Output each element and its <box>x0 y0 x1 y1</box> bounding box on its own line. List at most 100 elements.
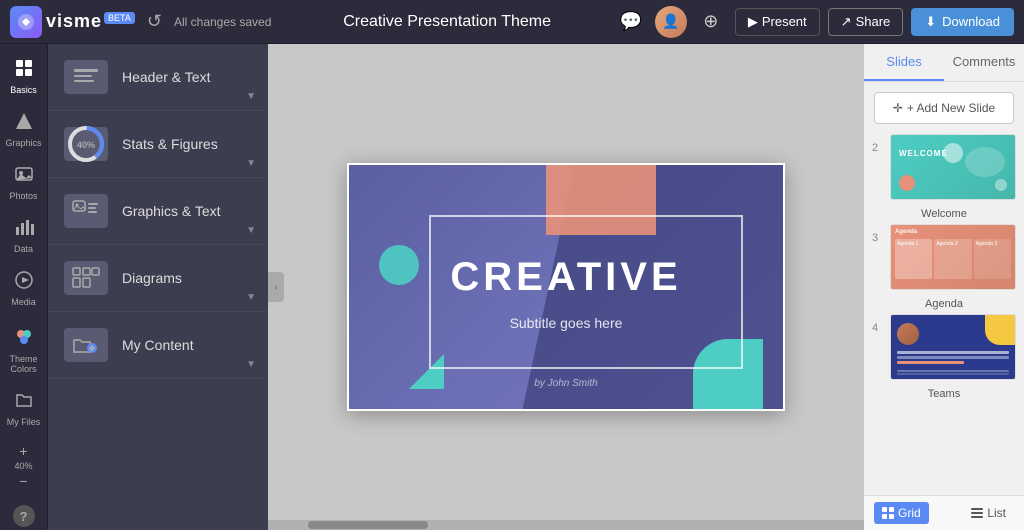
present-label: Present <box>762 14 807 29</box>
help-button[interactable]: ? <box>2 499 46 530</box>
tab-slides[interactable]: Slides <box>864 44 944 81</box>
slide-thumbnail-teams[interactable] <box>890 314 1016 380</box>
zoom-control[interactable]: + 40% − <box>2 437 46 495</box>
tab-comments[interactable]: Comments <box>944 44 1024 81</box>
my-content-chevron: ▼ <box>246 359 256 370</box>
sidebar-item-theme-colors[interactable]: Theme Colors <box>2 321 46 380</box>
panel-item-diagrams[interactable]: Diagrams ▼ <box>48 245 268 312</box>
diagrams-label: Diagrams <box>122 270 182 286</box>
present-icon: ▶ <box>748 14 758 30</box>
welcome-text: WELCOME <box>899 149 948 158</box>
sidebar-item-media[interactable]: Media <box>2 264 46 313</box>
stats-figures-icon: 40% <box>64 127 108 161</box>
welcome-dot2 <box>995 179 1007 191</box>
slide-label-agenda: Agenda <box>872 298 1016 310</box>
welcome-ellipse <box>965 147 1005 177</box>
list-item: 3 Agenda Agenda 1 Agenda 2 Agenda 3 Agen… <box>872 224 1016 310</box>
slide-thumbnail-welcome[interactable]: WELCOME <box>890 134 1016 200</box>
slide-label-teams: Teams <box>872 388 1016 400</box>
add-collaborator-button[interactable]: ⊕ <box>695 6 727 38</box>
teams-avatar <box>897 323 919 345</box>
list-item: 4 <box>872 314 1016 400</box>
slide-nav-arrow[interactable]: › <box>268 272 284 302</box>
list-label: List <box>987 506 1006 520</box>
welcome-dot <box>899 175 915 191</box>
teams-avatar-bg <box>897 323 919 345</box>
list-view-button[interactable]: List <box>963 502 1014 524</box>
right-panel: Slides Comments ✛ + Add New Slide 2 WELC… <box>864 44 1024 530</box>
photos-label: Photos <box>9 191 37 201</box>
left-sidebar: Basics Graphics Photos Data Media <box>0 44 48 530</box>
basics-icon <box>14 58 34 83</box>
sidebar-item-data[interactable]: Data <box>2 211 46 260</box>
slide-number-4: 4 <box>872 322 884 334</box>
welcome-thumb-bg: WELCOME <box>891 135 1015 199</box>
scrollbar-thumb[interactable] <box>308 521 428 529</box>
header-text-icon <box>64 60 108 94</box>
media-label: Media <box>11 297 36 307</box>
slides-list: 2 WELCOME Welcome 3 <box>864 134 1024 495</box>
theme-colors-icon <box>14 327 34 352</box>
graphics-text-chevron: ▼ <box>246 225 256 236</box>
photos-icon <box>14 164 34 189</box>
topbar-actions: 💬 👤 ⊕ ▶ Present ↗ Share ⬇ Download <box>615 6 1014 38</box>
teams-line2 <box>897 356 1009 359</box>
panel-item-stats-figures[interactable]: 40% Stats & Figures ▼ <box>48 111 268 178</box>
sidebar-item-photos[interactable]: Photos <box>2 158 46 207</box>
grid-label: Grid <box>898 506 921 520</box>
list-item: 2 WELCOME Welcome <box>872 134 1016 220</box>
agenda-thumb-bg: Agenda Agenda 1 Agenda 2 Agenda 3 <box>891 225 1015 289</box>
teams-bottom-lines <box>897 370 1009 375</box>
topbar: visme BETA ↺ All changes saved Creative … <box>0 0 1024 44</box>
share-icon: ↗ <box>841 14 852 30</box>
minus-icon: − <box>19 473 27 489</box>
sidebar-item-basics[interactable]: Basics <box>2 52 46 101</box>
add-icon: + <box>19 443 27 459</box>
right-panel-tabs: Slides Comments <box>864 44 1024 82</box>
diagrams-chevron: ▼ <box>246 292 256 303</box>
panel-item-my-content[interactable]: + My Content ▼ <box>48 312 268 379</box>
content-panel: Header & Text ▼ 40% Stats & Figures ▼ Gr… <box>48 44 268 530</box>
panel-item-header-text[interactable]: Header & Text ▼ <box>48 44 268 111</box>
save-status: All changes saved <box>174 15 271 29</box>
logo-text: visme <box>46 11 102 32</box>
theme-colors-label: Theme Colors <box>6 354 42 374</box>
panel-item-graphics-text[interactable]: Graphics & Text ▼ <box>48 178 268 245</box>
teams-line1 <box>897 351 1009 354</box>
sidebar-item-graphics[interactable]: Graphics <box>2 105 46 154</box>
share-button[interactable]: ↗ Share <box>828 8 904 36</box>
teams-yellow <box>985 315 1015 345</box>
slide-author: by John Smith <box>349 378 783 389</box>
my-content-label: My Content <box>122 337 194 353</box>
document-title[interactable]: Creative Presentation Theme <box>287 13 606 31</box>
plus-icon: ✛ <box>893 101 903 115</box>
agenda-title: Agenda <box>895 229 1011 235</box>
avatar[interactable]: 👤 <box>655 6 687 38</box>
my-content-icon: + <box>64 328 108 362</box>
slide-label-welcome: Welcome <box>872 208 1016 220</box>
present-button[interactable]: ▶ Present <box>735 8 820 36</box>
slide-number-3: 3 <box>872 232 884 244</box>
slide-thumb-row-agenda: 3 Agenda Agenda 1 Agenda 2 Agenda 3 <box>872 224 1016 290</box>
graphics-icon <box>14 111 34 136</box>
graphics-label: Graphics <box>6 138 42 148</box>
canvas-horizontal-scrollbar[interactable] <box>268 520 864 530</box>
my-files-label: My Files <box>7 417 41 427</box>
download-button[interactable]: ⬇ Download <box>911 8 1014 36</box>
add-new-slide-button[interactable]: ✛ + Add New Slide <box>874 92 1014 124</box>
slide-thumb-row-teams: 4 <box>872 314 1016 380</box>
slide-subtitle: Subtitle goes here <box>349 315 783 331</box>
teams-line3 <box>897 361 964 364</box>
comment-icon-button[interactable]: 💬 <box>615 6 647 38</box>
teams-bline1 <box>897 370 1009 372</box>
slide-thumbnail-agenda[interactable]: Agenda Agenda 1 Agenda 2 Agenda 3 <box>890 224 1016 290</box>
svg-text:+: + <box>90 344 95 353</box>
undo-button[interactable]: ↺ <box>143 7 166 36</box>
media-icon <box>14 270 34 295</box>
grid-view-button[interactable]: Grid <box>874 502 929 524</box>
diagrams-icon <box>64 261 108 295</box>
stats-figures-chevron: ▼ <box>246 158 256 169</box>
my-files-icon <box>14 390 34 415</box>
slide-title: CREATIVE <box>349 255 783 300</box>
sidebar-item-my-files[interactable]: My Files <box>2 384 46 433</box>
